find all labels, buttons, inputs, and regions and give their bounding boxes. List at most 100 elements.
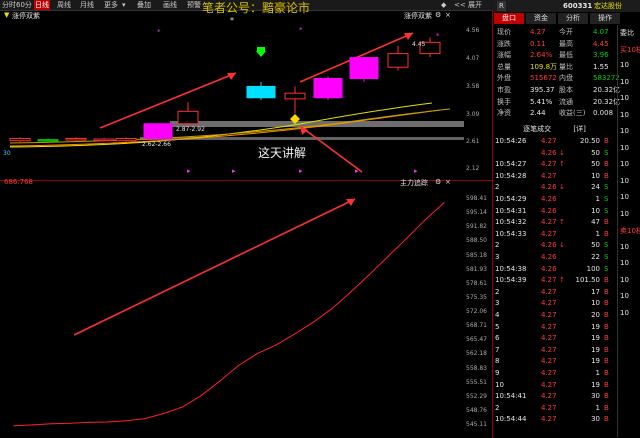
- tick-side: S: [604, 253, 609, 261]
- tick-row: 10:54:32 4.27 ↑ 47 B: [493, 217, 616, 227]
- tick-side: B: [604, 392, 609, 401]
- side-cell: 10: [620, 143, 629, 152]
- tick-volume: 10: [591, 299, 600, 308]
- pointer-arrow: [299, 125, 363, 173]
- tick-row: 6 4.27 19 B: [493, 333, 616, 343]
- line-point: [32, 424, 34, 426]
- quote-value: 20.32亿: [593, 97, 621, 106]
- tab-daily[interactable]: 日线: [34, 0, 50, 10]
- tick-arrow-icon: ↑: [559, 160, 565, 169]
- line-point: [443, 202, 445, 204]
- side-cell: 10: [620, 259, 629, 267]
- quote-label: 股本: [559, 86, 573, 94]
- tick-volume: 10: [591, 171, 600, 180]
- line-point: [275, 344, 277, 346]
- tick-price: 4.26: [541, 253, 557, 261]
- tab-overlay[interactable]: 叠加: [137, 0, 151, 10]
- tick-time: 5: [495, 322, 500, 331]
- market-icon: R: [497, 1, 506, 11]
- close-icon[interactable]: ×: [445, 178, 451, 186]
- star-icon: *: [157, 28, 161, 36]
- ma-line-orange: [9, 109, 441, 147]
- value-tick: 575.35: [466, 293, 487, 301]
- tab-weekly[interactable]: 周线: [57, 0, 71, 10]
- tab-monthly[interactable]: 月线: [80, 0, 94, 10]
- tick-time: 10:54:26: [495, 137, 527, 145]
- tab-60min[interactable]: 60分: [16, 0, 32, 10]
- star-icon: *: [299, 26, 303, 34]
- tick-side: S: [604, 148, 609, 157]
- tick-volume: 1: [595, 369, 600, 377]
- tick-volume: 10: [591, 206, 600, 215]
- tab-draw-line[interactable]: 画线: [163, 0, 177, 10]
- tick-side: B: [604, 218, 609, 227]
- tick-side: B: [604, 322, 609, 331]
- candle-body: [9, 137, 31, 142]
- line-point: [144, 418, 146, 420]
- tick-price: 4.27: [541, 403, 557, 412]
- tick-time: 2: [495, 287, 500, 296]
- indicator-name[interactable]: 涨停双紫: [12, 11, 40, 21]
- tick-side: B: [604, 345, 609, 354]
- line-point: [237, 365, 239, 367]
- diamond-icon[interactable]: ◆: [441, 0, 446, 10]
- chevron-down-icon[interactable]: ▾: [122, 0, 126, 10]
- indicator-name[interactable]: 主力追踪: [400, 178, 428, 188]
- tick-arrow-icon: ↓: [559, 241, 565, 250]
- side-cell: 买10档: [620, 45, 640, 54]
- candle-body: [65, 137, 87, 141]
- gear-icon[interactable]: ⚙: [435, 11, 441, 19]
- tick-volume: 1: [595, 403, 600, 412]
- line-point: [106, 421, 109, 423]
- tab-more[interactable]: 更多: [104, 0, 118, 10]
- star-icon: *: [436, 32, 440, 40]
- tick-volume: 50: [591, 241, 600, 250]
- tick-time: 3: [495, 253, 500, 261]
- tick-time: 10:54:33: [495, 229, 527, 238]
- line-point: [349, 291, 352, 293]
- indicator-chart-pane[interactable]: 686.768 主力追踪 ⚙ × 598.41 595.14 591.82 588.5…: [0, 178, 493, 438]
- tick-arrow-icon: ↑: [559, 218, 565, 227]
- tick-price: 4.27: [541, 171, 557, 180]
- gear-icon[interactable]: ⚙: [435, 178, 441, 186]
- tick-row: 3 4.26 22 S: [493, 252, 616, 262]
- tab-orderbook[interactable]: 盘口: [494, 13, 524, 24]
- detail-button[interactable]: [详]: [573, 125, 585, 133]
- tick-time: 10: [495, 380, 504, 389]
- tick-time: 8: [495, 357, 500, 366]
- kline-chart-pane[interactable]: * * * * ▸ ▸ ▸ ▸ ▸ ▼ 涨停双紫 涨停双紫 ⚙ × 4.45 2…: [0, 10, 493, 180]
- tick-side: S: [604, 264, 609, 273]
- value-tick: 565.47: [466, 336, 487, 344]
- stock-header: R 600331 宏达股份: [493, 0, 640, 12]
- candle-body: [387, 53, 409, 68]
- price-tick: 2.61: [466, 138, 480, 145]
- edge-value: 30: [3, 150, 11, 157]
- tick-row: 8 4.27 19 B: [493, 356, 616, 366]
- line-point: [13, 425, 15, 427]
- tab-operation[interactable]: 操作: [590, 13, 620, 24]
- tick-row: 4 4.27 20 B: [493, 310, 616, 320]
- tab-funds[interactable]: 资金: [526, 13, 556, 24]
- tick-side: B: [604, 160, 609, 169]
- tick-price: 4.27: [541, 322, 557, 331]
- expand-button[interactable]: << 展开: [454, 0, 482, 10]
- tab-timeshare[interactable]: 分时: [2, 0, 16, 10]
- quote-label: 最高: [559, 39, 573, 48]
- tick-row: 2 4.27 1 B: [493, 403, 616, 413]
- candle-body: [349, 57, 379, 80]
- value-tick: 552.29: [466, 392, 487, 400]
- tab-analysis[interactable]: 分析: [558, 13, 588, 24]
- line-point: [368, 274, 370, 276]
- indicator-left-value: 686.768: [4, 178, 33, 186]
- side-cell: 委比: [620, 29, 634, 37]
- caption-text: 这天讲解: [258, 146, 307, 160]
- quote-value: 5.41%: [530, 97, 553, 106]
- tick-arrow-icon: ↓: [559, 183, 565, 192]
- tick-price: 4.27: [541, 160, 557, 169]
- bottom-marker-icon: ▸: [232, 167, 236, 175]
- tick-price: 4.27: [541, 299, 557, 308]
- tick-volume: 50: [591, 148, 600, 157]
- tick-price: 4.26: [541, 264, 557, 273]
- tab-alert[interactable]: 预警: [187, 0, 201, 10]
- close-icon[interactable]: ×: [445, 11, 451, 19]
